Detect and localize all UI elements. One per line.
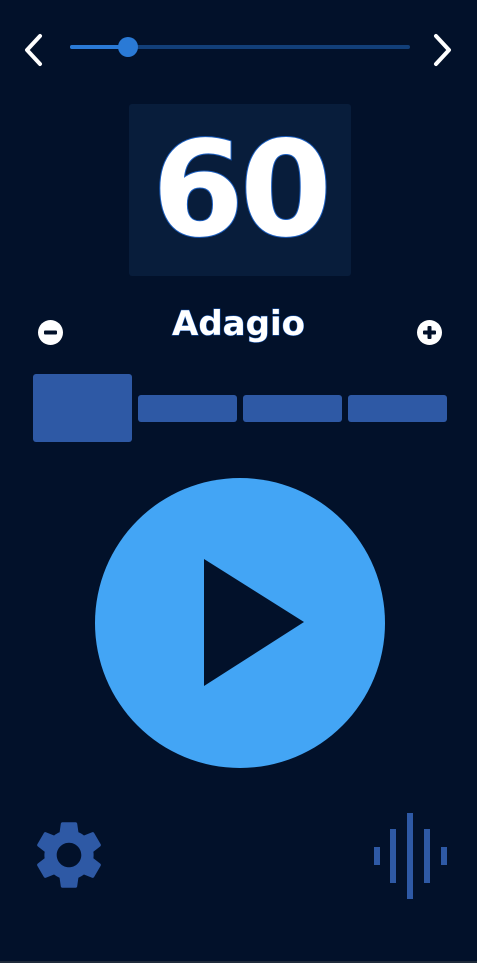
settings-button[interactable] xyxy=(28,814,110,896)
beat-indicators xyxy=(33,374,447,442)
tempo-name: Adagio xyxy=(172,304,306,345)
bpm-value: 60 xyxy=(151,113,333,267)
slider-thumb[interactable] xyxy=(117,37,138,57)
chevron-right-icon xyxy=(434,34,451,66)
play-button[interactable] xyxy=(95,478,385,768)
increase-tempo-button[interactable] xyxy=(417,320,442,345)
tempo-slider[interactable] xyxy=(70,37,410,57)
beat-4[interactable] xyxy=(348,395,447,422)
metronome-app: 60 Adagio xyxy=(0,0,477,963)
play-icon xyxy=(204,559,304,686)
gear-icon xyxy=(37,822,101,888)
previous-button[interactable] xyxy=(20,30,48,70)
bpm-display[interactable]: 60 xyxy=(129,104,351,276)
sound-button[interactable] xyxy=(372,813,450,899)
beat-3[interactable] xyxy=(243,395,342,422)
plus-circle-icon xyxy=(423,326,436,339)
beat-1-accent[interactable] xyxy=(33,374,132,442)
beat-2[interactable] xyxy=(138,395,237,422)
chevron-left-icon xyxy=(25,34,42,66)
next-button[interactable] xyxy=(428,30,456,70)
sound-wave-icon xyxy=(374,813,447,899)
